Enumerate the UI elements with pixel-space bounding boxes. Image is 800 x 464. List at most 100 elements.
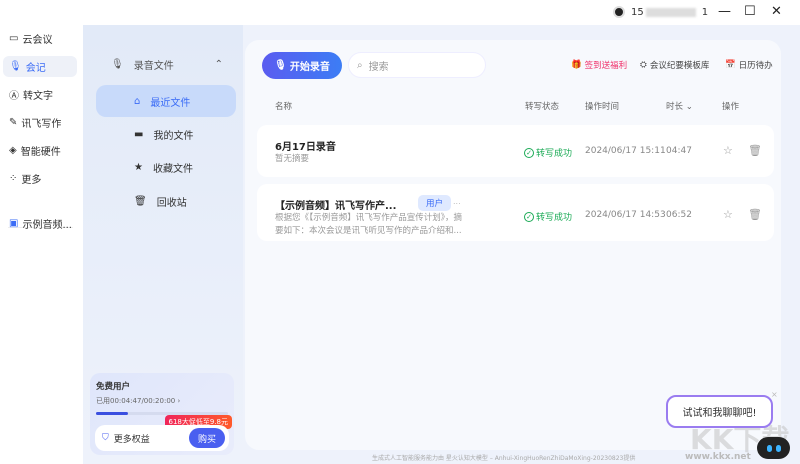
duration: 06:52 <box>666 210 692 220</box>
status-badge: ✓ 转写成功 <box>524 146 572 159</box>
sidebar-item-recent[interactable]: ⌂ 最近文件 <box>96 85 236 117</box>
label: 开始录音 <box>289 62 330 73</box>
sidebar-item-favorites[interactable]: ★ 收藏文件 <box>96 151 236 183</box>
status-text: 转写成功 <box>536 149 573 159</box>
user-account[interactable]: 15 1 <box>613 6 708 18</box>
operation-time: 2024/06/17 14:53 <box>585 210 666 220</box>
recent-audio-item[interactable]: ▣ 示例音频... <box>3 213 77 234</box>
file-summary: 根据您《【示例音频】讯飞写作产品宣传计划》，摘要如下：本次会议是讯飞听见写作的产… <box>275 213 463 236</box>
nav-label: 智能硬件 <box>20 147 61 158</box>
user-id-suffix: 1 <box>701 6 709 18</box>
speaker-tag: 用户 <box>418 195 452 211</box>
trash-icon[interactable]: 🗑 <box>748 208 762 221</box>
audio-file-icon: ▣ <box>9 218 19 229</box>
label: 我的文件 <box>153 130 194 142</box>
close-button[interactable]: ✕ <box>771 4 782 19</box>
search-icon: ⌕ <box>357 59 363 71</box>
maximize-button[interactable]: ☐ <box>744 4 756 19</box>
label: 收藏文件 <box>152 163 193 175</box>
check-icon: ✓ <box>524 147 534 158</box>
chat-text: 试试和我聊聊吧! <box>682 408 757 419</box>
recordings-section[interactable]: 🎙 录音文件 ⌃ <box>111 57 223 72</box>
title-bar: 15 1 — ☐ ✕ <box>0 0 800 25</box>
trash-icon: 🗑 <box>134 195 147 207</box>
buy-button[interactable]: 购买 <box>189 428 225 448</box>
watermark-url: www.kkx.net <box>685 452 751 462</box>
star-icon: ★ <box>134 161 143 173</box>
quota-card: 免费用户 已用00:04:47/00:20:00 › 618大促低至9.8元 ⛉… <box>90 373 234 455</box>
more-benefits[interactable]: ⛉ 更多权益 购买 <box>95 425 229 451</box>
label: 日历待办 <box>738 61 773 71</box>
header-name: 名称 <box>275 102 293 112</box>
plan-name: 免费用户 <box>96 382 131 392</box>
table-row[interactable]: 6月17日录音 暂无摘要 ✓ 转写成功 2024/06/17 15:11 04:4… <box>257 125 774 177</box>
template-icon: ⛭ <box>640 60 647 70</box>
table-row[interactable]: 【示例音频】讯飞写作产... 用户 ... 根据您《【示例音频】讯飞写作产品宣传… <box>257 184 774 241</box>
header-actions: 操作 <box>722 102 740 112</box>
vip-shield-icon: ⛉ <box>102 433 109 443</box>
file-sidebar: 🎙 录音文件 ⌃ ⌂ 最近文件 ▬ 我的文件 ★ 收藏文件 🗑 回收站 免费用户 已用00:… <box>83 25 243 464</box>
operation-time: 2024/06/17 15:11 <box>585 146 666 156</box>
star-icon[interactable]: ☆ <box>723 144 733 157</box>
folder-icon: ▬ <box>134 128 144 140</box>
nav-label: 转文字 <box>23 91 53 102</box>
grid-icon: ⁘ <box>9 173 18 184</box>
write-icon: ✎ <box>9 117 18 128</box>
header-time: 操作时间 <box>585 102 620 112</box>
usage-text[interactable]: 已用00:04:47/00:20:00 › <box>96 396 228 406</box>
placeholder: 搜索 <box>368 61 389 73</box>
star-icon[interactable]: ☆ <box>723 208 733 221</box>
user-id: 15 <box>631 6 644 18</box>
hardware-icon: ◈ <box>9 145 17 156</box>
start-recording-button[interactable]: 🎙 开始录音 <box>262 52 342 79</box>
assistant-robot-icon[interactable] <box>757 437 790 459</box>
check-icon: ✓ <box>524 211 534 222</box>
status-text: 转写成功 <box>536 213 573 223</box>
nav-label: 会记 <box>25 63 46 74</box>
file-title: 6月17日录音 <box>275 142 336 153</box>
duration: 04:47 <box>666 146 692 156</box>
minimize-button[interactable]: — <box>718 4 731 19</box>
label: 签到送福利 <box>584 61 628 71</box>
templates-button[interactable]: ⛭ 会议纪要模板库 <box>640 59 709 71</box>
chat-close-icon[interactable]: × <box>771 390 778 399</box>
nav-item-hardware[interactable]: ◈ 智能硬件 <box>3 140 77 161</box>
nav-label: 示例音频... <box>22 220 72 231</box>
video-icon: ▭ <box>9 33 19 44</box>
calendar-icon: 📅 <box>725 60 736 70</box>
label: 更多权益 <box>113 434 150 445</box>
search-input[interactable]: ⌕ 搜索 <box>348 52 486 78</box>
file-title: 【示例音频】讯飞写作产... <box>275 201 397 212</box>
mic-icon: 🎙 <box>9 61 22 72</box>
nav-item-cloud-meeting[interactable]: ▭ 云会议 <box>3 28 77 49</box>
nav-label: 讯飞写作 <box>21 119 62 130</box>
mic-icon: 🎙 <box>274 60 287 71</box>
more-tags[interactable]: ... <box>453 197 461 206</box>
main-panel: 🎙 开始录音 ⌕ 搜索 🎁 签到送福利 ⛭ 会议纪要模板库 📅 日历待办 名称 转写状态 … <box>245 40 781 450</box>
mic-icon: 🎙 <box>111 59 124 70</box>
checkin-button[interactable]: 🎁 签到送福利 <box>571 59 627 71</box>
label: 会议纪要模板库 <box>649 61 710 71</box>
trash-icon[interactable]: 🗑 <box>748 144 762 157</box>
header-status: 转写状态 <box>525 102 560 112</box>
nav-label: 更多 <box>21 175 42 186</box>
calendar-button[interactable]: 📅 日历待办 <box>725 59 773 71</box>
nav-item-more[interactable]: ⁘ 更多 <box>3 168 77 189</box>
primary-nav: ▭ 云会议 🎙 会记 Ⓐ 转文字 ✎ 讯飞写作 ◈ 智能硬件 ⁘ 更多 ▣ 示例音频... <box>0 25 83 464</box>
gift-icon: 🎁 <box>571 60 582 70</box>
nav-item-notes[interactable]: 🎙 会记 <box>3 56 77 77</box>
avatar <box>613 6 625 18</box>
header-duration-sort[interactable]: 时长 ⌄ <box>666 100 693 112</box>
nav-label: 云会议 <box>22 35 53 46</box>
nav-item-writing[interactable]: ✎ 讯飞写作 <box>3 112 77 133</box>
nav-item-transcribe[interactable]: Ⓐ 转文字 <box>3 84 77 105</box>
status-badge: ✓ 转写成功 <box>524 210 572 223</box>
sidebar-item-trash[interactable]: 🗑 回收站 <box>96 185 236 217</box>
chat-bubble[interactable]: 试试和我聊聊吧! <box>666 395 773 428</box>
sidebar-item-my-files[interactable]: ▬ 我的文件 <box>96 118 236 150</box>
label: 最近文件 <box>150 97 191 109</box>
home-icon: ⌂ <box>134 95 141 107</box>
footer-note: 生成式人工智能服务能力由 星火认知大模型 – Anhui-XingHuoRenZ… <box>372 455 636 462</box>
file-summary: 暂无摘要 <box>275 154 310 164</box>
text-convert-icon: Ⓐ <box>9 91 19 102</box>
